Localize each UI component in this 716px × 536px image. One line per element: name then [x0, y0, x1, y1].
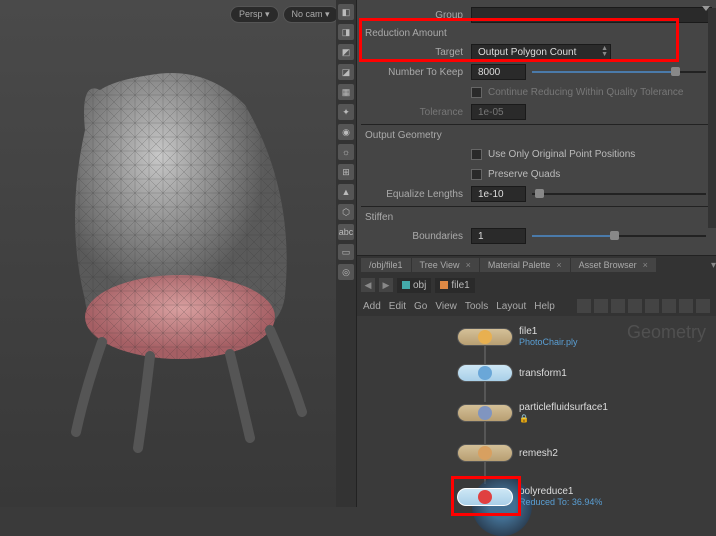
tool-icon[interactable]: ◩: [338, 44, 354, 60]
tool-icon[interactable]: ◨: [338, 24, 354, 40]
path-obj[interactable]: obj: [397, 278, 431, 293]
tolerance-field: 1e-05: [471, 104, 526, 120]
node-polyreduce1[interactable]: polyreduce1Reduced To: 36.94%: [457, 486, 602, 507]
tool-icon[interactable]: abc: [338, 224, 354, 240]
tab-matpalette[interactable]: Material Palette: [480, 258, 570, 272]
camera-menu[interactable]: No cam ▾: [283, 6, 339, 23]
tool-icon[interactable]: ◧: [338, 4, 354, 20]
menu-edit[interactable]: Edit: [389, 301, 406, 312]
toolbar-icon[interactable]: [696, 299, 710, 313]
toolbar-icon[interactable]: [577, 299, 591, 313]
toolbar-icon[interactable]: [679, 299, 693, 313]
tool-icon[interactable]: ▦: [338, 84, 354, 100]
boundaries-field[interactable]: 1: [471, 228, 526, 244]
collapse-icon[interactable]: ▾: [711, 260, 716, 271]
chk-quality-label: Continue Reducing Within Quality Toleran…: [488, 87, 683, 98]
parameter-panel: Group Reduction Amount Target Output Pol…: [357, 0, 716, 255]
toolbar-icon[interactable]: [594, 299, 608, 313]
viewport-3d[interactable]: Persp ▾ No cam ▾ ◧ ◨: [0, 0, 356, 507]
section-reduction: Reduction Amount: [361, 26, 712, 41]
numkeep-label: Number To Keep: [361, 67, 471, 78]
section-output-geo: Output Geometry: [361, 128, 712, 143]
nav-back-icon[interactable]: ◀: [361, 278, 375, 292]
lock-icon: 🔒: [519, 414, 529, 423]
chk-origpts-label: Use Only Original Point Positions: [488, 149, 635, 160]
group-field[interactable]: [471, 7, 712, 23]
eqlen-slider[interactable]: [532, 192, 706, 196]
tab-assetbrowser[interactable]: Asset Browser: [571, 258, 656, 272]
chk-quality[interactable]: [471, 87, 482, 98]
eqlen-field[interactable]: 1e-10: [471, 186, 526, 202]
node-remesh2[interactable]: remesh2: [457, 444, 558, 462]
section-stiffen: Stiffen: [361, 210, 712, 225]
boundaries-label: Boundaries: [361, 231, 471, 242]
group-label: Group: [361, 10, 471, 21]
pane-tabbar: /obj/file1 Tree View Material Palette As…: [357, 256, 716, 274]
tool-icon[interactable]: ◪: [338, 64, 354, 80]
chk-origpts[interactable]: [471, 149, 482, 160]
node-file1[interactable]: file1PhotoChair.ply: [457, 326, 578, 347]
eqlen-label: Equalize Lengths: [361, 189, 471, 200]
tool-icon[interactable]: ✦: [338, 104, 354, 120]
persp-menu[interactable]: Persp ▾: [230, 6, 279, 23]
param-scrollbar[interactable]: [708, 8, 716, 228]
menu-layout[interactable]: Layout: [496, 301, 526, 312]
tab-treeview[interactable]: Tree View: [412, 258, 479, 272]
menu-go[interactable]: Go: [414, 301, 427, 312]
nav-fwd-icon[interactable]: ▶: [379, 278, 393, 292]
chk-presquads-label: Preserve Quads: [488, 169, 560, 180]
viewport-toolbar: ◧ ◨ ◩ ◪ ▦ ✦ ◉ ☼ ⊞ ▲ ⬡ abc ▭ ◎: [336, 0, 356, 507]
node-transform1[interactable]: transform1: [457, 364, 567, 382]
model-chair: [30, 60, 330, 460]
menu-view[interactable]: View: [435, 301, 457, 312]
target-value: Output Polygon Count: [478, 47, 576, 58]
dropdown-arrows-icon: ▲▼: [601, 46, 608, 58]
menu-add[interactable]: Add: [363, 301, 381, 312]
tool-icon[interactable]: ◎: [338, 264, 354, 280]
tolerance-label: Tolerance: [361, 107, 471, 118]
node-particlefluidsurface1[interactable]: particlefluidsurface1🔒: [457, 402, 608, 424]
toolbar-icon[interactable]: [645, 299, 659, 313]
target-label: Target: [361, 47, 471, 58]
network-pathbar: ◀ ▶ obj file1: [357, 274, 716, 296]
tool-icon[interactable]: ▭: [338, 244, 354, 260]
tool-icon[interactable]: ⊞: [338, 164, 354, 180]
numkeep-slider[interactable]: [532, 70, 706, 74]
tool-icon[interactable]: ☼: [338, 144, 354, 160]
path-file1[interactable]: file1: [435, 278, 474, 293]
tool-icon[interactable]: ⬡: [338, 204, 354, 220]
toolbar-icon[interactable]: [611, 299, 625, 313]
network-menubar: Add Edit Go View Tools Layout Help: [357, 296, 716, 316]
chk-presquads[interactable]: [471, 169, 482, 180]
network-graph[interactable]: Geometry file1PhotoChair.ply transform1: [357, 316, 716, 507]
toolbar-icon[interactable]: [662, 299, 676, 313]
numkeep-field[interactable]: 8000: [471, 64, 526, 80]
context-path[interactable]: /obj/file1: [361, 258, 411, 272]
tool-icon[interactable]: ◉: [338, 124, 354, 140]
target-dropdown[interactable]: Output Polygon Count ▲▼: [471, 44, 611, 60]
menu-help[interactable]: Help: [534, 301, 555, 312]
menu-tools[interactable]: Tools: [465, 301, 488, 312]
toolbar-icon[interactable]: [628, 299, 642, 313]
tool-icon[interactable]: ▲: [338, 184, 354, 200]
boundaries-slider[interactable]: [532, 234, 706, 238]
